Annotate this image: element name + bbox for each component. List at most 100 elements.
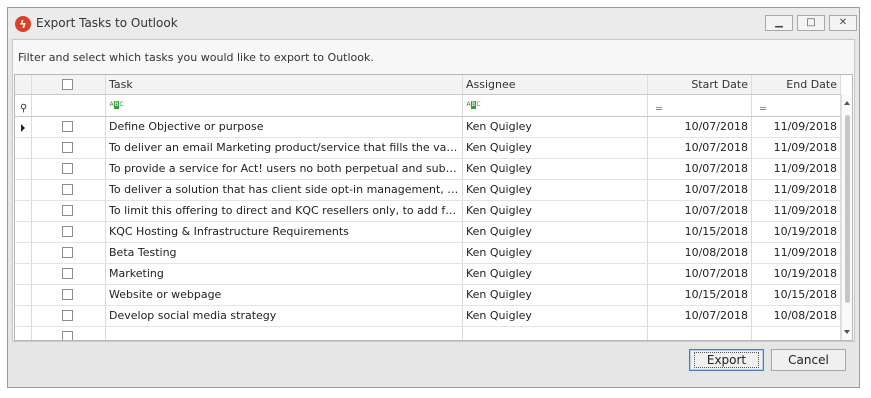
minimize-button[interactable]: ▁: [765, 15, 793, 31]
vertical-scrollbar[interactable]: [841, 95, 852, 340]
scroll-thumb[interactable]: [845, 115, 850, 303]
start-date-cell[interactable]: 10/15/2018: [648, 285, 752, 305]
task-cell[interactable]: Define Objective or purpose: [106, 117, 463, 137]
export-button[interactable]: Export: [689, 349, 764, 371]
row-indicator-cell: [15, 222, 32, 242]
assignee-cell[interactable]: Ken Quigley: [463, 222, 648, 242]
assignee-cell[interactable]: Ken Quigley: [463, 180, 648, 200]
lightning-bolt-icon: ϟ: [15, 16, 31, 32]
start-date-cell[interactable]: 10/07/2018: [648, 159, 752, 179]
table-row[interactable]: KQC Hosting & Infrastructure Requirement…: [15, 222, 841, 243]
task-cell[interactable]: To deliver an email Marketing product/se…: [106, 138, 463, 158]
column-header-task[interactable]: Task: [106, 75, 463, 94]
row-checkbox-cell: [32, 201, 106, 221]
row-select-checkbox[interactable]: [62, 184, 73, 195]
start-date-cell[interactable]: 10/07/2018: [648, 138, 752, 158]
assignee-cell[interactable]: [463, 327, 648, 340]
task-cell[interactable]: [106, 327, 463, 340]
assignee-cell[interactable]: Ken Quigley: [463, 117, 648, 137]
start-date-cell[interactable]: 10/07/2018: [648, 180, 752, 200]
row-select-checkbox[interactable]: [62, 226, 73, 237]
filter-assignee[interactable]: ABC: [463, 95, 648, 116]
start-date-cell[interactable]: 10/15/2018: [648, 222, 752, 242]
table-row[interactable]: To limit this offering to direct and KQC…: [15, 201, 841, 222]
filter-row: ⚲ ABC ABC ═ ═: [15, 95, 841, 117]
start-date-cell[interactable]: 10/07/2018: [648, 306, 752, 326]
row-indicator-cell: [15, 138, 32, 158]
assignee-cell[interactable]: Ken Quigley: [463, 264, 648, 284]
table-row[interactable]: Website or webpage Ken Quigley 10/15/2018 1…: [15, 285, 841, 306]
row-select-checkbox[interactable]: [62, 142, 73, 153]
minimize-icon: ▁: [775, 17, 783, 28]
start-date-cell[interactable]: 10/07/2018: [648, 117, 752, 137]
maximize-button[interactable]: □: [797, 15, 825, 31]
start-date-cell[interactable]: [648, 327, 752, 340]
table-row[interactable]: Marketing Ken Quigley 10/07/2018 10/19/2018: [15, 264, 841, 285]
row-checkbox-cell: [32, 285, 106, 305]
end-date-cell[interactable]: 11/09/2018: [752, 117, 841, 137]
header-indicator-cell: [15, 75, 32, 94]
start-date-cell[interactable]: 10/07/2018: [648, 201, 752, 221]
start-date-cell[interactable]: 10/08/2018: [648, 243, 752, 263]
end-date-cell[interactable]: 10/19/2018: [752, 264, 841, 284]
task-cell[interactable]: To provide a service for Act! users no b…: [106, 159, 463, 179]
column-header-end-date[interactable]: End Date: [752, 75, 841, 94]
task-grid: Task Assignee Start Date End Date ⚲ ABC …: [14, 74, 853, 341]
task-cell[interactable]: Website or webpage: [106, 285, 463, 305]
assignee-cell[interactable]: Ken Quigley: [463, 159, 648, 179]
row-select-checkbox[interactable]: [62, 331, 73, 340]
end-date-cell[interactable]: 11/09/2018: [752, 201, 841, 221]
end-date-cell[interactable]: 10/15/2018: [752, 285, 841, 305]
task-cell[interactable]: Marketing: [106, 264, 463, 284]
table-row[interactable]: Develop social media strategy Ken Quigley…: [15, 306, 841, 327]
row-indicator-cell: [15, 264, 32, 284]
filter-task[interactable]: ABC: [106, 95, 463, 116]
task-cell[interactable]: KQC Hosting & Infrastructure Requirement…: [106, 222, 463, 242]
task-cell[interactable]: To deliver a solution that has client si…: [106, 180, 463, 200]
assignee-cell[interactable]: Ken Quigley: [463, 138, 648, 158]
row-select-checkbox[interactable]: [62, 205, 73, 216]
table-row[interactable]: To deliver a solution that has client si…: [15, 180, 841, 201]
assignee-cell[interactable]: Ken Quigley: [463, 243, 648, 263]
filter-indicator-cell: ⚲: [15, 95, 32, 116]
end-date-cell[interactable]: 10/19/2018: [752, 222, 841, 242]
end-date-cell[interactable]: 10/08/2018: [752, 306, 841, 326]
table-row[interactable]: To provide a service for Act! users no b…: [15, 159, 841, 180]
end-date-cell[interactable]: [752, 327, 841, 340]
start-date-cell[interactable]: 10/07/2018: [648, 264, 752, 284]
filter-start-date[interactable]: ═: [648, 95, 752, 116]
row-checkbox-cell: [32, 159, 106, 179]
task-cell[interactable]: Develop social media strategy: [106, 306, 463, 326]
title-bar[interactable]: ϟ Export Tasks to Outlook ▁ □ ✕: [8, 8, 859, 38]
row-indicator-cell: [15, 159, 32, 179]
close-button[interactable]: ✕: [829, 15, 857, 31]
select-all-checkbox[interactable]: [62, 79, 73, 90]
assignee-cell[interactable]: Ken Quigley: [463, 306, 648, 326]
end-date-cell[interactable]: 11/09/2018: [752, 243, 841, 263]
table-row[interactable]: [15, 327, 841, 340]
end-date-cell[interactable]: 11/09/2018: [752, 159, 841, 179]
assignee-cell[interactable]: Ken Quigley: [463, 201, 648, 221]
scroll-up-icon[interactable]: [844, 101, 850, 105]
column-header-start-date[interactable]: Start Date: [648, 75, 752, 94]
task-cell[interactable]: Beta Testing: [106, 243, 463, 263]
row-select-checkbox[interactable]: [62, 268, 73, 279]
end-date-cell[interactable]: 11/09/2018: [752, 138, 841, 158]
row-checkbox-cell: [32, 327, 106, 340]
end-date-cell[interactable]: 11/09/2018: [752, 180, 841, 200]
filter-end-date[interactable]: ═: [752, 95, 841, 116]
row-select-checkbox[interactable]: [62, 247, 73, 258]
table-row[interactable]: Beta Testing Ken Quigley 10/08/2018 11/09/2…: [15, 243, 841, 264]
cancel-button[interactable]: Cancel: [771, 349, 846, 371]
column-header-assignee[interactable]: Assignee: [463, 75, 648, 94]
row-select-checkbox[interactable]: [62, 310, 73, 321]
row-checkbox-cell: [32, 222, 106, 242]
assignee-cell[interactable]: Ken Quigley: [463, 285, 648, 305]
row-select-checkbox[interactable]: [62, 121, 73, 132]
scroll-down-icon[interactable]: [844, 330, 850, 334]
table-row[interactable]: Define Objective or purpose Ken Quigley 10…: [15, 117, 841, 138]
row-select-checkbox[interactable]: [62, 163, 73, 174]
row-select-checkbox[interactable]: [62, 289, 73, 300]
task-cell[interactable]: To limit this offering to direct and KQC…: [106, 201, 463, 221]
table-row[interactable]: To deliver an email Marketing product/se…: [15, 138, 841, 159]
